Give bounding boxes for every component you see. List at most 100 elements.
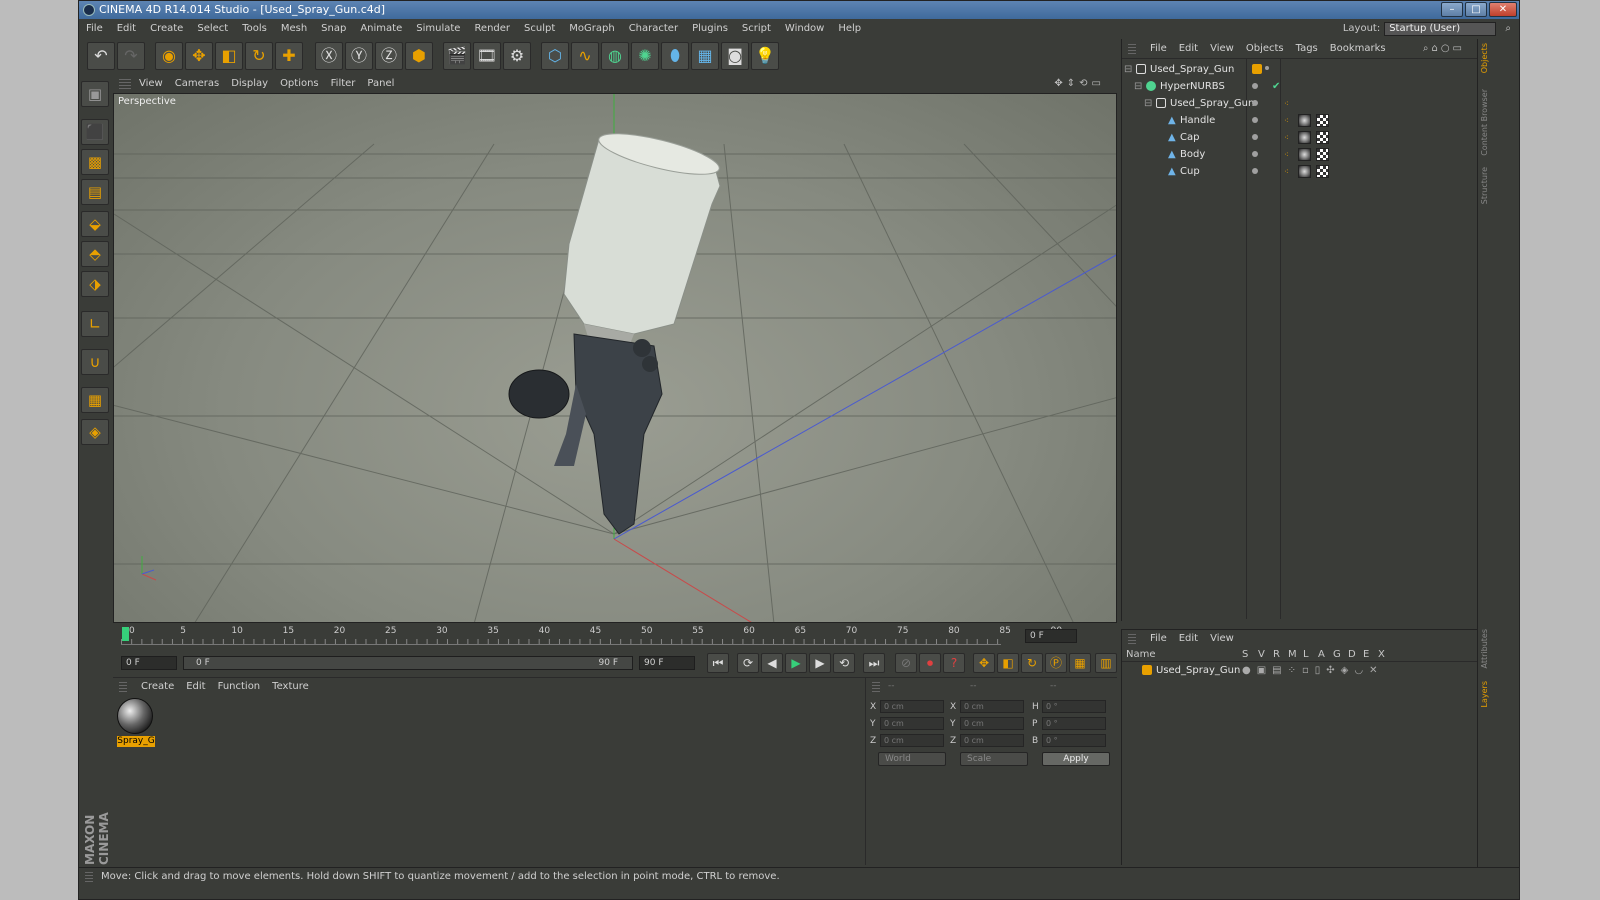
viewport-menu-cameras[interactable]: Cameras bbox=[169, 75, 225, 93]
key-rotation-icon[interactable]: ↻ bbox=[1021, 653, 1043, 673]
col-animation[interactable]: A bbox=[1318, 648, 1325, 662]
snap-magnet-icon[interactable]: ∪ bbox=[81, 349, 109, 375]
objmgr-menu-view[interactable]: View bbox=[1204, 39, 1240, 59]
size-mode-select[interactable]: Scale bbox=[960, 752, 1028, 766]
edges-mode-icon[interactable]: ⬘ bbox=[81, 241, 109, 267]
move-tool-icon[interactable]: ✥ bbox=[185, 42, 213, 70]
record-motion-icon[interactable]: ⊘ bbox=[895, 653, 917, 673]
uvw-tag-icon[interactable] bbox=[1316, 148, 1329, 161]
viewport-nav-icons[interactable]: ✥⇕⟲▭ bbox=[1048, 75, 1111, 93]
render-picture-viewer-icon[interactable]: 🎞 bbox=[473, 42, 501, 70]
material-menu-texture[interactable]: Texture bbox=[266, 678, 315, 696]
laymgr-menu-edit[interactable]: Edit bbox=[1173, 630, 1204, 648]
object-row[interactable]: ▲ Cup ⁖ bbox=[1122, 163, 1478, 180]
object-row[interactable]: ⊟ Used_Spray_Gun ⁖ bbox=[1122, 95, 1478, 112]
objmgr-search-icon[interactable]: ⌕⌂○▭ bbox=[1417, 39, 1471, 59]
objmgr-menu-file[interactable]: File bbox=[1144, 39, 1173, 59]
menu-render[interactable]: Render bbox=[467, 19, 517, 39]
layer-flags-icons[interactable]: ●▣▤⁘▫▯✣◈◡✕ bbox=[1242, 662, 1383, 679]
goto-keyframe-icon[interactable]: ⟲ bbox=[833, 653, 855, 673]
key-scale-icon[interactable]: ◧ bbox=[997, 653, 1019, 673]
material-tag-icon[interactable] bbox=[1298, 148, 1311, 161]
goto-start-icon[interactable]: ⏮ bbox=[707, 653, 729, 673]
playhead-marker[interactable] bbox=[122, 627, 129, 641]
object-row[interactable]: ▲ Handle ⁖ bbox=[1122, 112, 1478, 129]
spray-gun-model[interactable] bbox=[508, 125, 723, 535]
col-view[interactable]: V bbox=[1258, 648, 1265, 662]
objmgr-menu-edit[interactable]: Edit bbox=[1173, 39, 1204, 59]
viewport-menu-view[interactable]: View bbox=[133, 75, 169, 93]
visibility-dot[interactable] bbox=[1252, 83, 1258, 89]
step-forward-icon[interactable]: ▶ bbox=[809, 653, 831, 673]
material-tag-icon[interactable] bbox=[1298, 131, 1311, 144]
spline-pen-icon[interactable]: ∿ bbox=[571, 42, 599, 70]
key-parameter-icon[interactable]: Ⓟ bbox=[1045, 653, 1067, 673]
perspective-viewport[interactable]: Perspective bbox=[113, 93, 1117, 623]
material-swatch[interactable]: Spray_G bbox=[117, 698, 155, 748]
workplane-icon[interactable]: ▦ bbox=[81, 387, 109, 413]
tab-objects[interactable]: Objects bbox=[1480, 43, 1493, 73]
laymgr-menu-file[interactable]: File bbox=[1144, 630, 1173, 648]
col-render[interactable]: R bbox=[1273, 648, 1280, 662]
menu-tools[interactable]: Tools bbox=[235, 19, 274, 39]
goto-end-icon[interactable]: ⏭ bbox=[863, 653, 885, 673]
viewport-menu-panel[interactable]: Panel bbox=[361, 75, 400, 93]
render-settings-icon[interactable]: ⚙ bbox=[503, 42, 531, 70]
record-active-icon[interactable]: ⏺ bbox=[919, 653, 941, 673]
visibility-dot[interactable] bbox=[1252, 117, 1258, 123]
viewport-menu-display[interactable]: Display bbox=[225, 75, 274, 93]
floor-icon[interactable]: ▦ bbox=[691, 42, 719, 70]
expand-icon[interactable]: ⊟ bbox=[1134, 78, 1142, 95]
close-button[interactable]: ✕ bbox=[1489, 2, 1517, 17]
polygons-mode-icon[interactable]: ⬗ bbox=[81, 271, 109, 297]
size-x-field[interactable]: 0 cm bbox=[960, 700, 1024, 713]
object-row[interactable]: ⊟ HyperNURBS ✔ bbox=[1122, 78, 1478, 95]
col-locked[interactable]: L bbox=[1303, 648, 1309, 662]
menu-create[interactable]: Create bbox=[143, 19, 190, 39]
enabled-check-icon[interactable]: ✔ bbox=[1272, 78, 1280, 95]
objmgr-menu-objects[interactable]: Objects bbox=[1240, 39, 1290, 59]
points-mode-icon[interactable]: ⬙ bbox=[81, 211, 109, 237]
scale-tool-icon[interactable]: ◧ bbox=[215, 42, 243, 70]
pos-z-field[interactable]: 0 cm bbox=[880, 734, 944, 747]
panel-grip-icon[interactable] bbox=[119, 79, 131, 89]
nurbs-icon[interactable]: ◍ bbox=[601, 42, 629, 70]
tab-content-browser[interactable]: Content Browser bbox=[1480, 89, 1493, 156]
col-xref[interactable]: X bbox=[1378, 648, 1385, 662]
col-deformers[interactable]: D bbox=[1348, 648, 1356, 662]
make-editable-icon[interactable]: ▣ bbox=[81, 81, 109, 107]
camera-icon[interactable]: ◙ bbox=[721, 42, 749, 70]
search-icon[interactable]: ⌕ bbox=[1505, 23, 1511, 34]
coordinate-space-select[interactable]: World bbox=[878, 752, 946, 766]
viewport-menu-filter[interactable]: Filter bbox=[325, 75, 362, 93]
menu-mesh[interactable]: Mesh bbox=[274, 19, 314, 39]
object-row[interactable]: ⊟ Used_Spray_Gun bbox=[1122, 61, 1478, 78]
frame-range-slider[interactable]: 0 F 90 F bbox=[183, 656, 633, 670]
minimize-button[interactable]: – bbox=[1441, 2, 1463, 17]
menu-window[interactable]: Window bbox=[778, 19, 831, 39]
menu-sculpt[interactable]: Sculpt bbox=[517, 19, 562, 39]
objmgr-menu-tags[interactable]: Tags bbox=[1290, 39, 1324, 59]
autokey-icon[interactable]: ? bbox=[943, 653, 965, 673]
visibility-dot[interactable] bbox=[1252, 100, 1258, 106]
timeline-window-icon[interactable]: ▥ bbox=[1095, 653, 1117, 673]
workplane-mode-icon[interactable]: ▤ bbox=[81, 179, 109, 205]
x-axis-lock-icon[interactable]: Ⓧ bbox=[315, 42, 343, 70]
model-mode-icon[interactable]: ⬛ bbox=[81, 119, 109, 145]
step-back-icon[interactable]: ◀ bbox=[761, 653, 783, 673]
redo-icon[interactable]: ↷ bbox=[117, 42, 145, 70]
menu-animate[interactable]: Animate bbox=[353, 19, 409, 39]
size-z-field[interactable]: 0 cm bbox=[960, 734, 1024, 747]
material-tag-icon[interactable] bbox=[1298, 114, 1311, 127]
tab-structure[interactable]: Structure bbox=[1480, 167, 1493, 204]
rotate-tool-icon[interactable]: ↻ bbox=[245, 42, 273, 70]
col-expressions[interactable]: E bbox=[1363, 648, 1369, 662]
pos-x-field[interactable]: 0 cm bbox=[880, 700, 944, 713]
visibility-dot[interactable] bbox=[1252, 168, 1258, 174]
axis-mode-icon[interactable]: ∟ bbox=[81, 311, 109, 337]
expand-icon[interactable]: ⊟ bbox=[1144, 95, 1152, 112]
viewport-menu-options[interactable]: Options bbox=[274, 75, 325, 93]
objmgr-menu-bookmarks[interactable]: Bookmarks bbox=[1324, 39, 1392, 59]
timeline-ruler[interactable]: 051015202530354045505560657075808590 0 F bbox=[113, 623, 1117, 649]
menu-character[interactable]: Character bbox=[622, 19, 685, 39]
